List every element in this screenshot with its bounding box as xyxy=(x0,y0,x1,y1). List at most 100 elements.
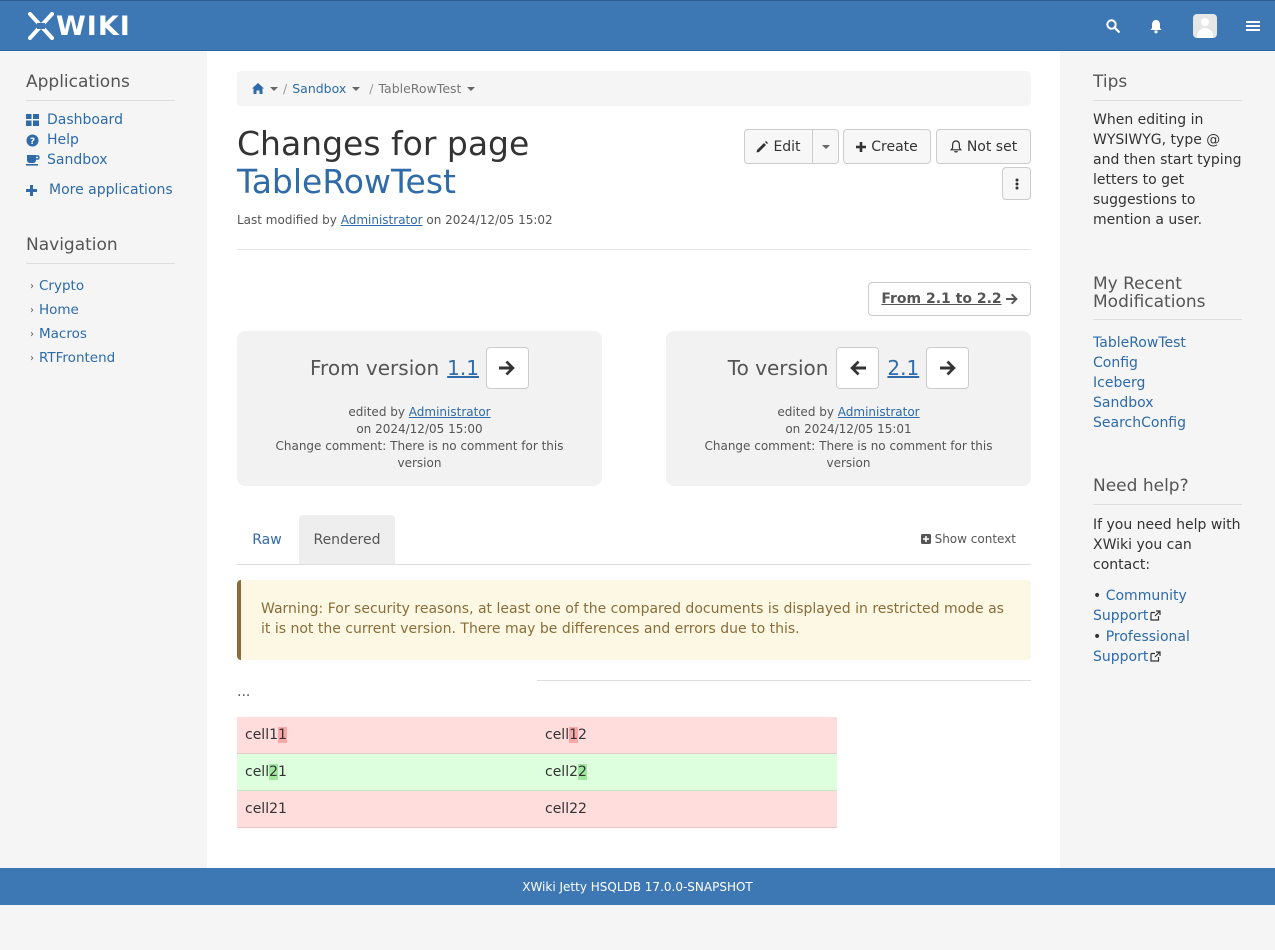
from-version-comment: Change comment: There is no comment for … xyxy=(275,439,564,470)
app-label: Sandbox xyxy=(47,152,108,168)
tab-raw[interactable]: Raw xyxy=(237,515,297,564)
tab-rendered[interactable]: Rendered xyxy=(299,515,395,564)
xwiki-logo[interactable]: WIKI xyxy=(28,11,131,42)
question-circle-icon: ? xyxy=(26,134,40,147)
chevron-right-icon: › xyxy=(30,280,34,292)
from-version-label: From version xyxy=(310,356,440,380)
top-navbar: WIKI xyxy=(0,0,1275,51)
to-version-comment: Change comment: There is no comment for … xyxy=(704,439,993,470)
next-change-range-button[interactable]: From 2.1 to 2.2 xyxy=(868,282,1031,316)
coffee-icon xyxy=(26,154,40,166)
recent-item[interactable]: TableRowTest xyxy=(1093,335,1186,351)
to-version-previous-button[interactable] xyxy=(836,347,880,389)
app-dashboard-link[interactable]: Dashboard xyxy=(26,112,123,128)
nav-item-home[interactable]: › Home xyxy=(30,302,79,318)
notify-label: Not set xyxy=(966,138,1018,155)
diff-row-deleted: cell11 cell12 xyxy=(237,717,837,754)
nav-item-rtfrontend[interactable]: › RTFrontend xyxy=(30,350,115,366)
edited-by-label: edited by xyxy=(777,405,834,419)
app-sandbox-link[interactable]: Sandbox xyxy=(26,152,108,168)
arrow-right-icon xyxy=(1005,293,1018,305)
external-link-icon xyxy=(1150,610,1161,621)
more-applications-link[interactable]: More applications xyxy=(26,182,173,198)
breadcrumb-separator: / xyxy=(369,81,374,96)
from-version-next-button[interactable] xyxy=(485,347,529,389)
restricted-mode-warning: Warning: For security reasons, at least … xyxy=(237,580,1031,660)
show-context-label: Show context xyxy=(934,532,1016,546)
edit-button[interactable]: Edit xyxy=(744,129,813,164)
chevron-down-icon[interactable] xyxy=(467,86,476,91)
page-title: Changes for page TableRowTest xyxy=(237,125,529,201)
avatar[interactable] xyxy=(1193,14,1217,38)
recent-item[interactable]: Iceberg xyxy=(1093,375,1145,391)
nav-label: Crypto xyxy=(39,278,85,294)
plus-icon xyxy=(856,141,867,152)
to-version-date: on 2024/12/05 15:01 xyxy=(785,422,912,436)
create-button[interactable]: Create xyxy=(843,129,931,164)
to-version-user-link[interactable]: Administrator xyxy=(838,405,920,419)
from-version-link[interactable]: 1.1 xyxy=(447,356,479,380)
edited-by-label: edited by xyxy=(348,405,405,419)
nav-item-macros[interactable]: › Macros xyxy=(30,326,87,342)
vertical-ellipsis-icon xyxy=(1015,178,1018,189)
edit-dropdown-button[interactable] xyxy=(812,129,839,164)
chevron-right-icon: › xyxy=(30,304,34,316)
search-icon[interactable] xyxy=(1103,16,1123,36)
notifications-watch-button[interactable]: Not set xyxy=(936,129,1031,164)
range-label: From 2.1 to 2.2 xyxy=(881,291,1002,307)
nav-label: RTFrontend xyxy=(39,350,116,366)
recent-item[interactable]: Config xyxy=(1093,355,1138,371)
chevron-down-icon xyxy=(821,144,830,149)
from-version-box: From version 1.1 edited by Administrator… xyxy=(237,331,602,486)
community-support-link[interactable]: Community Support xyxy=(1093,588,1187,624)
left-panel: Applications Dashboard ? Help Sandbox Mo… xyxy=(0,51,207,868)
more-actions-button[interactable] xyxy=(1002,167,1031,200)
recent-item[interactable]: SearchConfig xyxy=(1093,415,1186,431)
help-list-item: • Community Support xyxy=(1093,588,1187,624)
to-version-next-button[interactable] xyxy=(926,347,970,389)
help-list-item: • Professional Support xyxy=(1093,629,1190,665)
diff-tabs: Raw Rendered Show context xyxy=(237,515,1031,565)
title-document-link[interactable]: TableRowTest xyxy=(237,163,529,201)
diff-cell: cell21 xyxy=(245,801,287,817)
plus-icon xyxy=(26,184,40,196)
nav-item-crypto[interactable]: › Crypto xyxy=(30,278,84,294)
arrow-right-icon xyxy=(939,360,956,376)
meta-prefix: Last modified by xyxy=(237,213,337,227)
footer: XWiki Jetty HSQLDB 17.0.0-SNAPSHOT xyxy=(0,868,1275,905)
from-version-user-link[interactable]: Administrator xyxy=(409,405,491,419)
external-link-icon xyxy=(1150,651,1161,662)
footer-version: XWiki Jetty HSQLDB 17.0.0-SNAPSHOT xyxy=(522,879,753,894)
professional-support-link[interactable]: Professional Support xyxy=(1093,629,1190,665)
author-link[interactable]: Administrator xyxy=(341,213,423,227)
from-version-info: edited by Administrator on 2024/12/05 15… xyxy=(267,404,572,472)
applications-title: Applications xyxy=(26,72,175,101)
app-help-link[interactable]: ? Help xyxy=(26,132,79,148)
to-version-link[interactable]: 2.1 xyxy=(887,356,919,380)
divider xyxy=(537,680,1031,681)
to-version-label: To version xyxy=(727,356,829,380)
recent-item[interactable]: Sandbox xyxy=(1093,395,1154,411)
main-content: / Sandbox / TableRowTest Changes for pag… xyxy=(207,51,1060,868)
plus-square-icon xyxy=(920,534,931,544)
diff-cell: cell11 xyxy=(245,727,287,743)
show-context-toggle[interactable]: Show context xyxy=(920,532,1016,546)
xwiki-x-logo-icon xyxy=(28,12,54,40)
meta-date: on 2024/12/05 15:02 xyxy=(426,213,553,227)
app-label: More applications xyxy=(49,182,173,198)
chevron-down-icon[interactable] xyxy=(352,86,361,91)
chevron-right-icon: › xyxy=(30,328,34,340)
bell-outline-icon xyxy=(949,140,962,153)
bell-icon[interactable] xyxy=(1146,16,1166,36)
to-version-info: edited by Administrator on 2024/12/05 15… xyxy=(696,404,1001,472)
home-icon[interactable] xyxy=(252,83,278,94)
recent-modifications-title: My Recent Modifications xyxy=(1093,275,1242,320)
breadcrumb: / Sandbox / TableRowTest xyxy=(237,71,1031,106)
breadcrumb-sandbox[interactable]: Sandbox xyxy=(292,81,346,96)
menu-icon[interactable] xyxy=(1243,16,1263,36)
diff-cell: cell22 xyxy=(545,801,587,817)
right-panel: Tips When editing in WYSIWYG, type @ and… xyxy=(1060,51,1275,868)
chevron-down-icon[interactable] xyxy=(270,86,278,91)
pencil-icon xyxy=(756,140,769,153)
breadcrumb-separator: / xyxy=(283,81,288,96)
